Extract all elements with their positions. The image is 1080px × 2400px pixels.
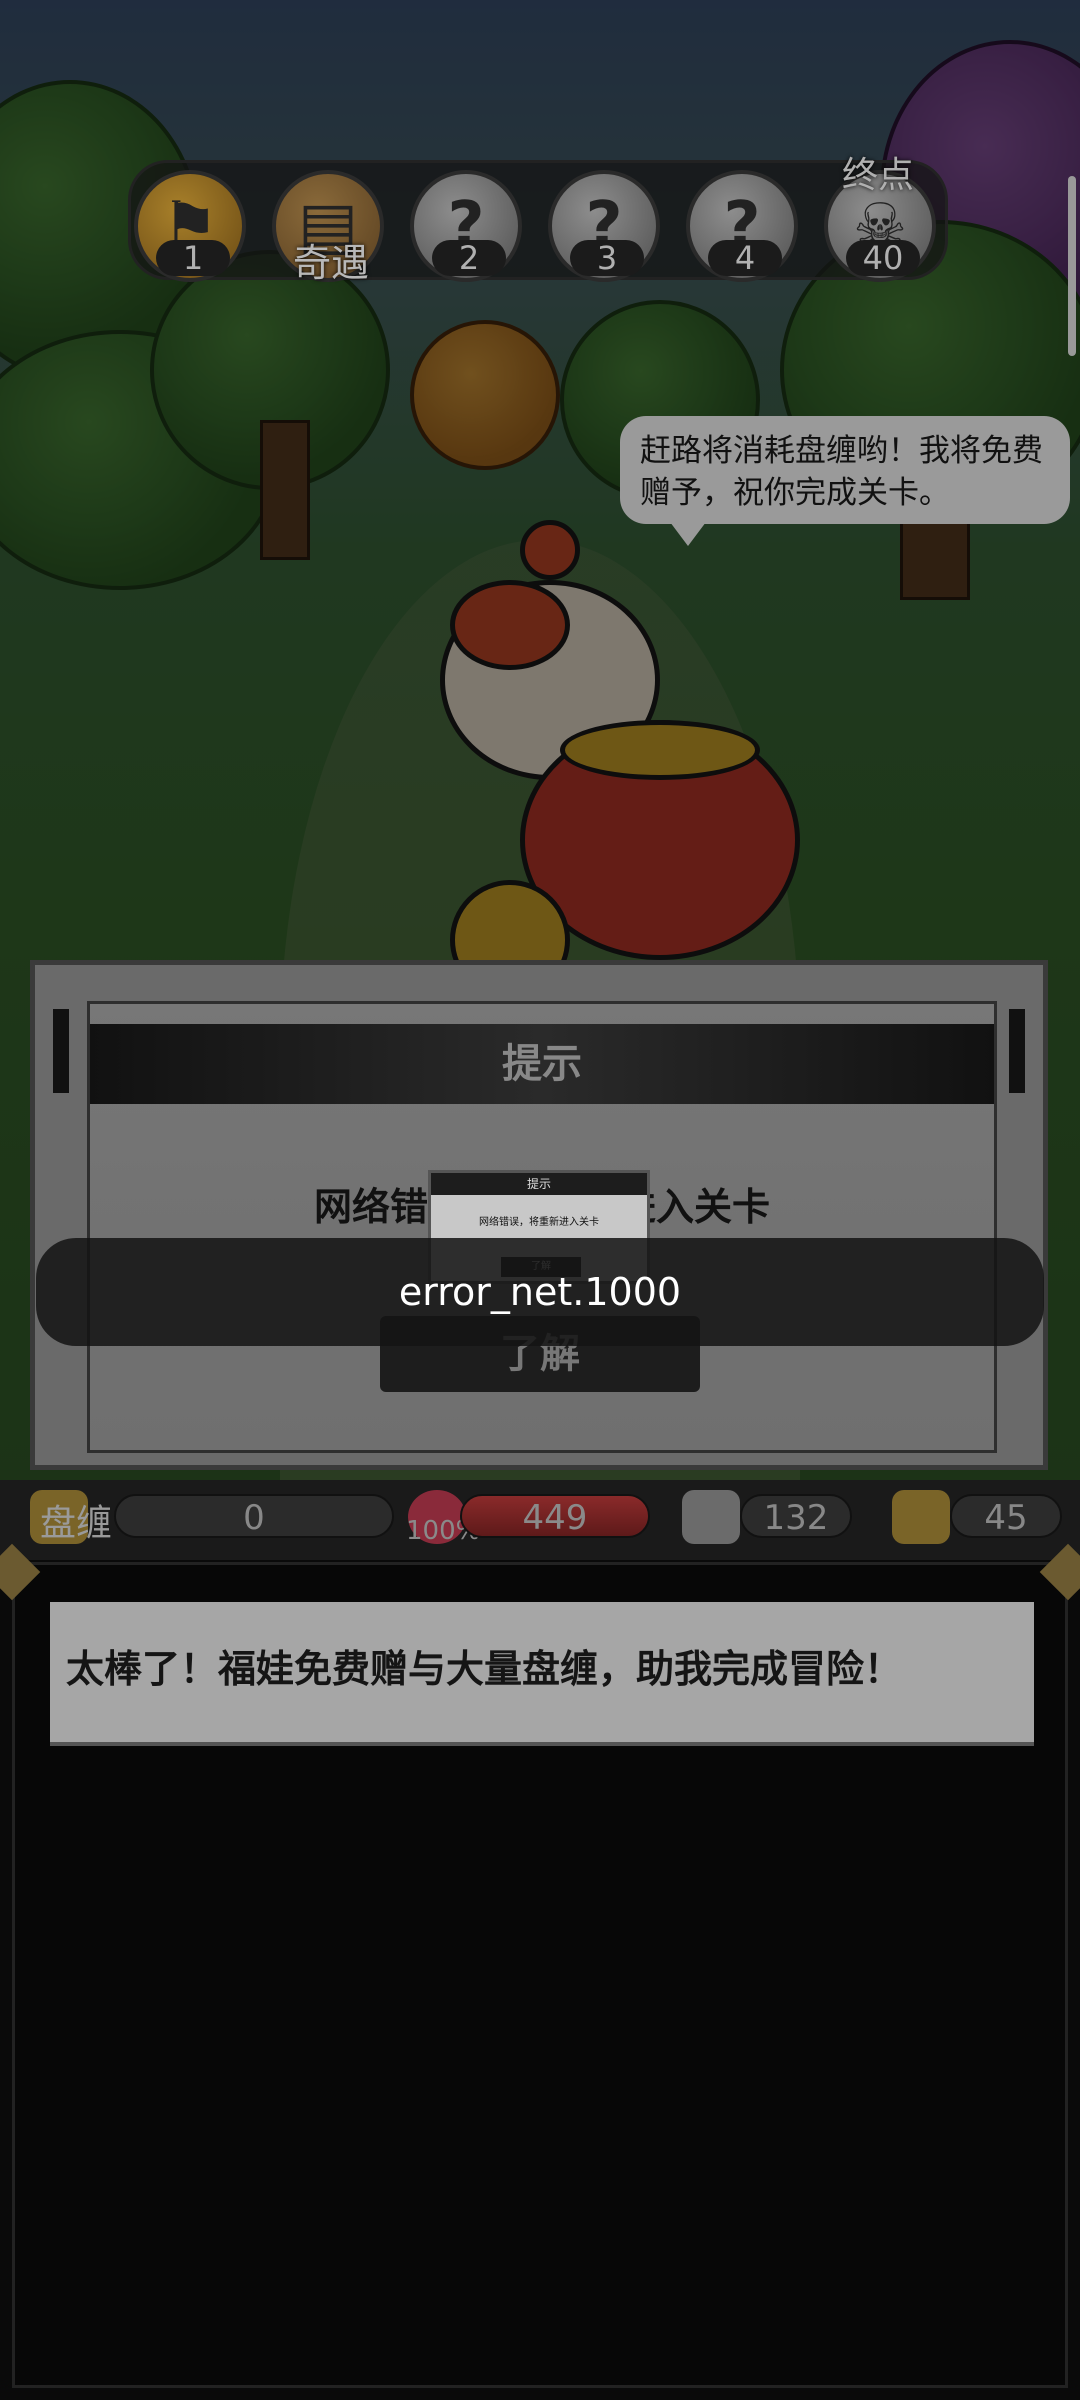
- mini-dialog-message: 网络错误，将重新进入关卡: [479, 1217, 599, 1228]
- shield-icon: [892, 1490, 950, 1544]
- dialog-ornament: [1009, 1009, 1025, 1093]
- scrollbar[interactable]: [1068, 176, 1076, 356]
- stage-node-start[interactable]: ⚑ 1: [134, 170, 252, 288]
- stage-node-4[interactable]: ? 4: [686, 170, 804, 288]
- stage-node-2[interactable]: ? 2: [410, 170, 528, 288]
- stage-number: 1: [156, 240, 230, 276]
- log-message: 太棒了！福娃免费赠与大量盘缠，助我完成冒险！: [50, 1602, 1034, 1746]
- dialog-ornament: [53, 1009, 69, 1093]
- dialog-title: 提示: [90, 1024, 994, 1104]
- stage-number: 2: [432, 240, 506, 276]
- stage-number: 3: [570, 240, 644, 276]
- error-toast: error_net.1000: [36, 1238, 1044, 1346]
- money-value: 0: [114, 1494, 394, 1538]
- stage-label: 奇遇: [292, 241, 369, 285]
- attack-value: 132: [740, 1494, 852, 1538]
- money-label: 盘缠: [40, 1503, 113, 1544]
- stage-number: 4: [708, 240, 782, 276]
- stage-number: 40: [846, 240, 920, 276]
- mini-dialog-title: 提示: [431, 1173, 647, 1195]
- hp-value: 449: [460, 1494, 650, 1538]
- stage-node-encounter[interactable]: ▤ 奇遇: [272, 170, 390, 288]
- stage-node-3[interactable]: ? 3: [548, 170, 666, 288]
- end-label: 终点: [842, 155, 915, 196]
- defense-value: 45: [950, 1494, 1062, 1538]
- npc-speech-bubble: 赶路将消耗盘缠哟！我将免费赠予，祝你完成关卡。: [620, 416, 1070, 546]
- crossed-swords-icon: [682, 1490, 740, 1544]
